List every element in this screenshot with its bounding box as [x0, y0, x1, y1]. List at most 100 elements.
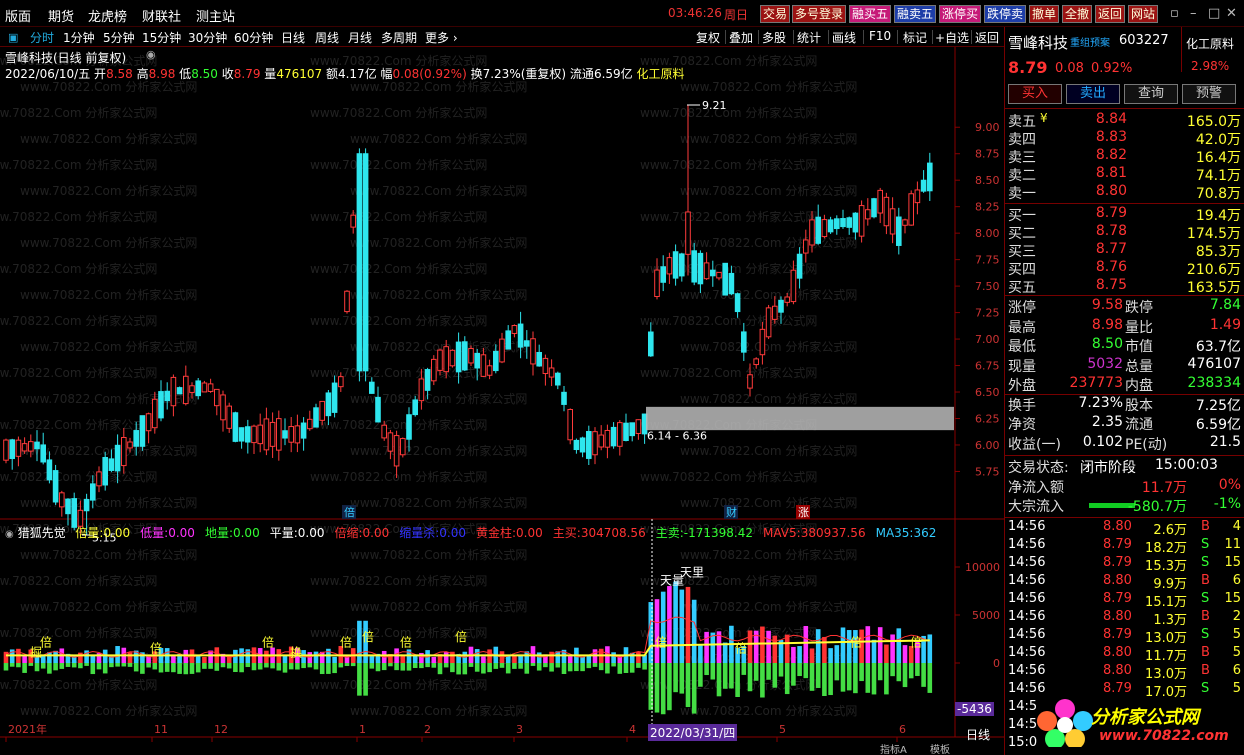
minimize-icon[interactable]: –: [1190, 6, 1197, 21]
sell-volume-bar: [381, 663, 387, 671]
chart-area[interactable]: www.70822.Com 分析家公式网 www.70822.Com 分析家公式网…: [0, 47, 1004, 755]
margin-sell5-button[interactable]: 融卖五: [894, 5, 937, 23]
period-tab-1min[interactable]: 1分钟: [63, 29, 95, 46]
indicator-tag: 倍: [910, 635, 922, 650]
return-button[interactable]: 返回: [1095, 5, 1126, 23]
stats-label: 流通: [1125, 417, 1153, 433]
stats-value: 5032: [1087, 355, 1123, 372]
indicator-value: 0.00: [516, 526, 543, 540]
info-amt: 4.17亿: [337, 67, 377, 81]
info-open: 8.58: [106, 67, 133, 81]
orderbook-sell-row[interactable]: 卖五 ¥8.84 165.0万: [1005, 111, 1244, 130]
tool-add-watchlist[interactable]: +自选: [935, 29, 969, 46]
volume-bar: [481, 656, 486, 663]
candle-body: [710, 269, 716, 277]
candlestick-chart[interactable]: www.70822.Com 分析家公式网 www.70822.Com 分析家公式网…: [0, 47, 1004, 755]
menu-test-server[interactable]: 测主站: [196, 6, 235, 25]
period-tab-weekly[interactable]: 周线: [315, 29, 339, 46]
menu-cailian[interactable]: 财联社: [142, 6, 181, 25]
period-tab-15min[interactable]: 15分钟: [142, 29, 181, 46]
industry-name[interactable]: 化工原料: [1186, 35, 1234, 52]
indicator-tag: 倍: [850, 635, 862, 650]
menu-layout[interactable]: 版面: [5, 6, 31, 25]
limit-down-sell-button[interactable]: 跌停卖: [984, 5, 1027, 23]
sell-volume-bar: [96, 663, 102, 670]
info-float: 6.59亿: [593, 67, 633, 81]
sell-volume-bar: [803, 663, 809, 679]
period-tab-daily[interactable]: 日线: [281, 29, 305, 46]
stats-label: 股本: [1125, 397, 1153, 414]
website-button[interactable]: 网站: [1128, 5, 1159, 23]
tick-price: 8.79: [1103, 537, 1132, 552]
stats-value: 7.23%: [1078, 394, 1123, 411]
candle-body: [610, 426, 617, 447]
orderbook-sell-row[interactable]: 卖四 8.83 42.0万: [1005, 129, 1244, 148]
alert-button[interactable]: 预警: [1182, 84, 1236, 104]
tool-multi-stock[interactable]: 多股: [762, 29, 786, 46]
watermark-text: www.70822.Com 分析家公式网: [350, 235, 527, 250]
cancel-order-button[interactable]: 撤单: [1029, 5, 1060, 23]
volume-bar: [555, 651, 561, 663]
orderbook-buy-row[interactable]: 买五 8.75 163.5万: [1005, 277, 1244, 296]
sell-volume-bar: [152, 663, 158, 670]
menu-futures[interactable]: 期货: [48, 6, 74, 25]
tool-mark[interactable]: 标记: [903, 29, 927, 46]
settings-circle-icon[interactable]: ◉: [146, 48, 156, 61]
orderbook-buy-row[interactable]: 买四 8.76 210.6万: [1005, 259, 1244, 278]
candle-body: [536, 351, 543, 367]
orderbook-buy-row[interactable]: 买一 8.79 19.4万: [1005, 205, 1244, 224]
cancel-all-button[interactable]: 全撤: [1062, 5, 1093, 23]
tool-stats[interactable]: 统计: [797, 29, 821, 46]
margin-buy5-button[interactable]: 融买五: [849, 5, 892, 23]
period-tab-5min[interactable]: 5分钟: [103, 29, 135, 46]
orderbook-sell-row[interactable]: 卖三 8.82 16.4万: [1005, 147, 1244, 166]
menu-dragon-tiger[interactable]: 龙虎榜: [88, 6, 127, 25]
period-tab-monthly[interactable]: 月线: [348, 29, 372, 46]
watermark-text: www.70822.Com 分析家公式网: [680, 235, 857, 250]
y-tick-label: 7.50: [975, 280, 1000, 293]
orderbook-price: 8.75: [1095, 277, 1127, 293]
watermark-text: www.70822.Com 分析家公式网: [350, 703, 527, 718]
sell-volume-bar: [350, 663, 356, 667]
candle-body: [846, 217, 853, 228]
tab-indicator-a[interactable]: 指标A: [880, 741, 907, 755]
close-icon[interactable]: ✕: [1226, 6, 1237, 21]
orderbook-sell-row[interactable]: 卖一 8.80 70.8万: [1005, 183, 1244, 202]
ind-y-tick-label: 0: [993, 657, 1000, 670]
candle-body: [257, 424, 263, 445]
tool-adjust[interactable]: 复权: [696, 29, 720, 46]
tool-overlay[interactable]: 叠加: [729, 29, 753, 46]
stats-value: 8.98: [1091, 316, 1123, 333]
orderbook-sell-row[interactable]: 卖二 8.81 74.1万: [1005, 165, 1244, 184]
candle-body: [443, 346, 449, 373]
orderbook-buy-row[interactable]: 买二 8.78 174.5万: [1005, 223, 1244, 242]
buy-button[interactable]: 买入: [1008, 84, 1062, 104]
query-button[interactable]: 查询: [1124, 84, 1178, 104]
watermark-text: www.70822.Com 分析家公式网: [0, 625, 157, 640]
restore-icon[interactable]: ▫: [1170, 6, 1179, 21]
indicator-settings-icon[interactable]: ◉: [5, 529, 14, 540]
period-tab-30min[interactable]: 30分钟: [188, 29, 227, 46]
period-tab-multi[interactable]: 多周期: [381, 29, 417, 46]
tick-volume: 18.2万: [1145, 541, 1187, 556]
tool-f10[interactable]: F10: [869, 29, 891, 43]
candle-body: [338, 376, 344, 388]
chart-toggle-icon[interactable]: ▣: [8, 31, 18, 44]
trade-button[interactable]: 交易: [760, 5, 791, 23]
tool-draw-line[interactable]: 画线: [832, 29, 856, 46]
multi-login-button[interactable]: 多号登录: [792, 5, 847, 23]
maximize-icon[interactable]: □: [1208, 6, 1220, 21]
volume-bar: [171, 656, 176, 663]
period-tab-timeshare[interactable]: 分时: [30, 29, 54, 46]
stats-label: 内盘: [1125, 378, 1153, 394]
sell-volume-bar: [741, 663, 747, 675]
tool-return[interactable]: 返回: [975, 29, 999, 46]
limit-up-buy-button[interactable]: 涨停买: [939, 5, 982, 23]
orderbook-buy-row[interactable]: 买三 8.77 85.3万: [1005, 241, 1244, 260]
watermark-text: www.70822.Com 分析家公式网: [680, 391, 857, 406]
period-tab-more[interactable]: 更多 ›: [425, 29, 458, 46]
ind-y-tick-label: 10000: [965, 561, 1000, 574]
tab-template[interactable]: 模板: [930, 741, 950, 755]
period-tab-60min[interactable]: 60分钟: [234, 29, 273, 46]
sell-button[interactable]: 卖出: [1066, 84, 1120, 104]
